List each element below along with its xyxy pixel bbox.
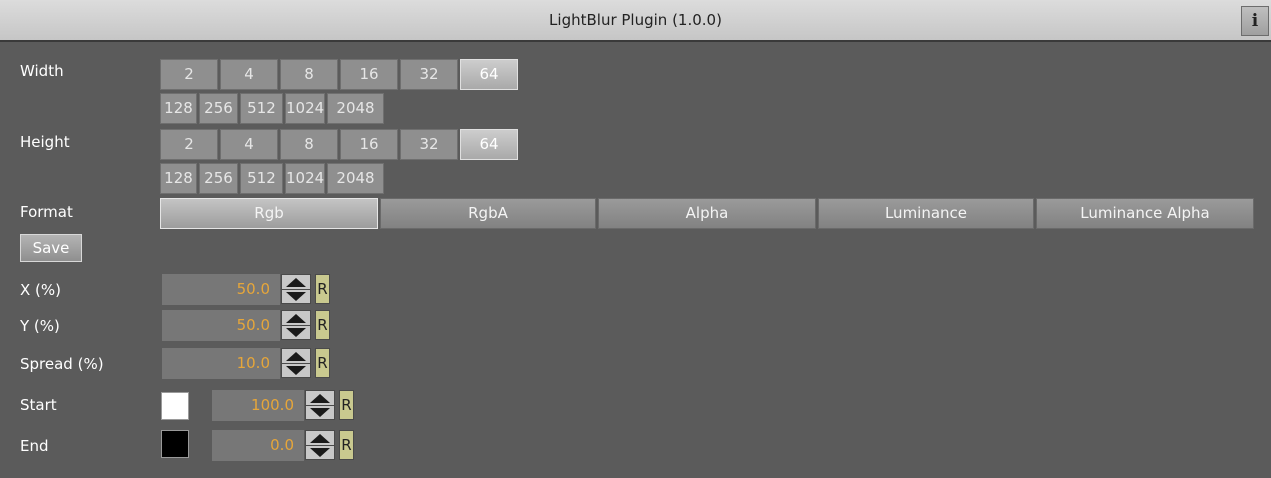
height-button-8[interactable]: 8 bbox=[280, 129, 338, 160]
decrement-arrow-icon[interactable] bbox=[306, 405, 334, 419]
decrement-arrow-icon[interactable] bbox=[306, 445, 334, 459]
increment-arrow-icon[interactable] bbox=[282, 275, 310, 290]
width-button-512[interactable]: 512 bbox=[240, 93, 283, 124]
increment-arrow-icon[interactable] bbox=[306, 431, 334, 446]
x-percent-reset-button[interactable]: R bbox=[315, 274, 330, 304]
height-button-2[interactable]: 2 bbox=[160, 129, 218, 160]
width-button-64[interactable]: 64 bbox=[460, 59, 518, 90]
height-label: Height bbox=[20, 133, 70, 151]
width-button-32[interactable]: 32 bbox=[400, 59, 458, 90]
increment-arrow-icon[interactable] bbox=[282, 311, 310, 326]
decrement-arrow-icon[interactable] bbox=[282, 325, 310, 339]
save-button[interactable]: Save bbox=[20, 234, 82, 262]
decrement-arrow-icon[interactable] bbox=[282, 363, 310, 377]
height-button-256[interactable]: 256 bbox=[199, 163, 238, 194]
end-label: End bbox=[20, 437, 49, 455]
format-option-alpha[interactable]: Alpha bbox=[598, 198, 816, 229]
spread-percent-spinner[interactable] bbox=[281, 348, 311, 378]
format-option-rgba[interactable]: RgbA bbox=[380, 198, 596, 229]
end-value-input[interactable]: 0.0 bbox=[212, 430, 304, 461]
width-button-2[interactable]: 2 bbox=[160, 59, 218, 90]
height-buttons-row1: 2 4 8 16 32 64 bbox=[160, 129, 518, 160]
width-buttons-row1: 2 4 8 16 32 64 bbox=[160, 59, 518, 90]
width-button-4[interactable]: 4 bbox=[220, 59, 278, 90]
spread-percent-input[interactable]: 10.0 bbox=[162, 348, 280, 379]
height-buttons-row2: 128 256 512 1024 2048 bbox=[160, 163, 384, 194]
format-option-luminance-alpha[interactable]: Luminance Alpha bbox=[1036, 198, 1254, 229]
width-button-8[interactable]: 8 bbox=[280, 59, 338, 90]
format-option-rgb[interactable]: Rgb bbox=[160, 198, 378, 229]
y-percent-reset-button[interactable]: R bbox=[315, 310, 330, 340]
y-percent-input[interactable]: 50.0 bbox=[162, 310, 280, 341]
end-reset-button[interactable]: R bbox=[339, 430, 354, 460]
height-button-4[interactable]: 4 bbox=[220, 129, 278, 160]
spread-percent-reset-button[interactable]: R bbox=[315, 348, 330, 378]
end-color-swatch[interactable] bbox=[161, 430, 189, 458]
x-percent-input[interactable]: 50.0 bbox=[162, 274, 280, 305]
y-percent-label: Y (%) bbox=[20, 317, 60, 335]
width-button-2048[interactable]: 2048 bbox=[327, 93, 384, 124]
increment-arrow-icon[interactable] bbox=[306, 391, 334, 406]
width-label: Width bbox=[20, 62, 64, 80]
format-selector: Rgb RgbA Alpha Luminance Luminance Alpha bbox=[160, 198, 1254, 229]
y-percent-spinner[interactable] bbox=[281, 310, 311, 340]
start-color-swatch[interactable] bbox=[161, 392, 189, 420]
start-value-spinner[interactable] bbox=[305, 390, 335, 420]
x-percent-label: X (%) bbox=[20, 281, 62, 299]
start-label: Start bbox=[20, 396, 57, 414]
increment-arrow-icon[interactable] bbox=[282, 349, 310, 364]
decrement-arrow-icon[interactable] bbox=[282, 289, 310, 303]
width-button-16[interactable]: 16 bbox=[340, 59, 398, 90]
x-percent-spinner[interactable] bbox=[281, 274, 311, 304]
width-buttons-row2: 128 256 512 1024 2048 bbox=[160, 93, 384, 124]
lightblur-plugin-panel: LightBlur Plugin (1.0.0) i Width 2 4 8 1… bbox=[0, 0, 1271, 478]
width-button-1024[interactable]: 1024 bbox=[285, 93, 325, 124]
height-button-32[interactable]: 32 bbox=[400, 129, 458, 160]
window-title: LightBlur Plugin (1.0.0) bbox=[549, 11, 722, 29]
info-button[interactable]: i bbox=[1241, 6, 1269, 36]
height-button-128[interactable]: 128 bbox=[160, 163, 197, 194]
format-option-luminance[interactable]: Luminance bbox=[818, 198, 1034, 229]
width-button-256[interactable]: 256 bbox=[199, 93, 238, 124]
start-value-input[interactable]: 100.0 bbox=[212, 390, 304, 421]
height-button-2048[interactable]: 2048 bbox=[327, 163, 384, 194]
start-reset-button[interactable]: R bbox=[339, 390, 354, 420]
width-button-128[interactable]: 128 bbox=[160, 93, 197, 124]
height-button-512[interactable]: 512 bbox=[240, 163, 283, 194]
title-bar: LightBlur Plugin (1.0.0) i bbox=[0, 0, 1271, 42]
end-value-spinner[interactable] bbox=[305, 430, 335, 460]
height-button-16[interactable]: 16 bbox=[340, 129, 398, 160]
height-button-1024[interactable]: 1024 bbox=[285, 163, 325, 194]
height-button-64[interactable]: 64 bbox=[460, 129, 518, 160]
spread-percent-label: Spread (%) bbox=[20, 355, 104, 373]
format-label: Format bbox=[20, 203, 73, 221]
